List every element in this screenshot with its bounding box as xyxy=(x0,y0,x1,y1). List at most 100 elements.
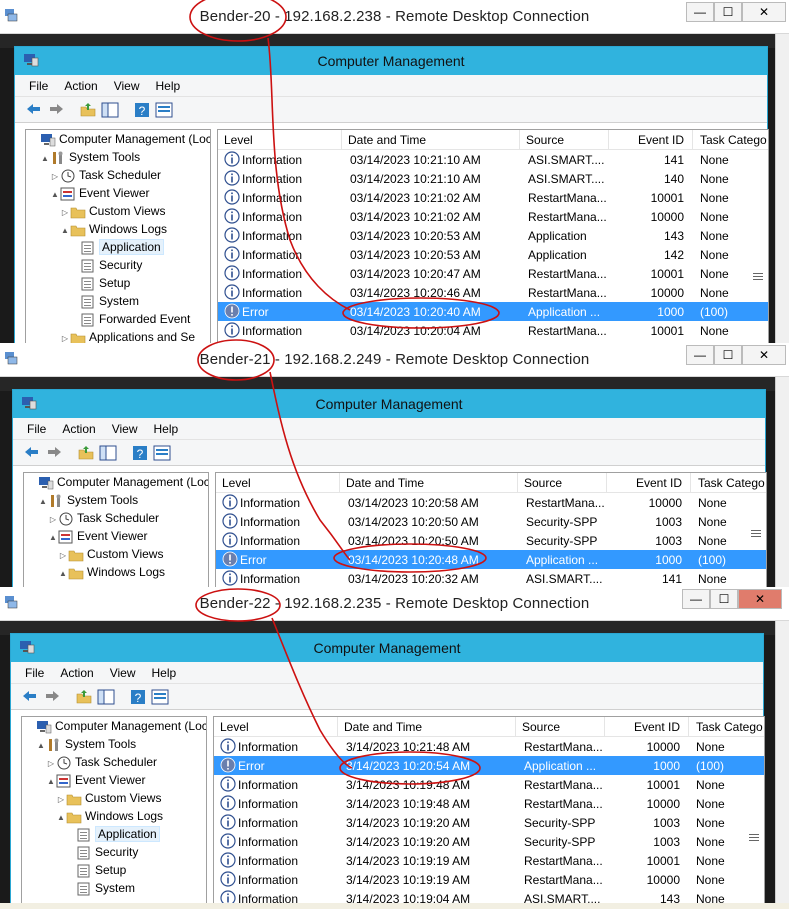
tree-item[interactable]: ▲ System Tools xyxy=(26,148,210,166)
tree-item[interactable]: Computer Management (Local xyxy=(26,130,210,148)
column-header[interactable]: Event ID xyxy=(634,720,680,734)
tree-item[interactable]: Security xyxy=(26,256,210,274)
show-hide-tree-icon[interactable] xyxy=(97,688,115,706)
menu-view[interactable]: View xyxy=(112,422,138,436)
event-row[interactable]: Information 03/14/2023 10:20:53 AM Applica… xyxy=(218,245,768,264)
tree-item[interactable]: Security xyxy=(22,843,206,861)
maximize-button[interactable]: ☐ xyxy=(714,2,742,22)
maximize-button[interactable]: ☐ xyxy=(714,345,742,365)
tree-item[interactable]: Setup xyxy=(26,274,210,292)
column-divider[interactable] xyxy=(688,717,689,737)
tree-item[interactable]: ▲ Event Viewer xyxy=(24,527,208,545)
event-row[interactable]: Information 3/14/2023 10:19:48 AM RestartM… xyxy=(214,794,764,813)
properties-icon[interactable] xyxy=(151,688,169,706)
help-icon[interactable]: ? xyxy=(133,101,151,119)
menu-view[interactable]: View xyxy=(110,666,136,680)
event-row[interactable]: Information 03/14/2023 10:20:47 AM Restart… xyxy=(218,264,768,283)
event-row[interactable]: Information 03/14/2023 10:21:10 AM ASI.SMA… xyxy=(218,150,768,169)
show-hide-tree-icon[interactable] xyxy=(101,101,119,119)
column-divider[interactable] xyxy=(606,473,607,493)
properties-icon[interactable] xyxy=(153,444,171,462)
event-row[interactable]: Information 03/14/2023 10:20:50 AM Securit… xyxy=(216,531,766,550)
tree-item[interactable]: ▷ Task Scheduler xyxy=(24,509,208,527)
tree-item[interactable]: ▲ Windows Logs xyxy=(22,807,206,825)
event-row[interactable]: Information 03/14/2023 10:21:02 AM Restart… xyxy=(218,188,768,207)
column-divider[interactable] xyxy=(339,473,340,493)
up-folder-icon[interactable] xyxy=(79,101,97,119)
tree-item[interactable]: Application xyxy=(26,238,210,256)
column-divider[interactable] xyxy=(337,717,338,737)
column-header[interactable]: Date and Time xyxy=(346,476,424,490)
event-row[interactable]: Information 03/14/2023 10:21:10 AM ASI.SMA… xyxy=(218,169,768,188)
tree-item[interactable]: ▷ Task Scheduler xyxy=(22,753,206,771)
tree-item[interactable]: Computer Management (Local xyxy=(24,473,208,491)
back-arrow-icon[interactable] xyxy=(23,444,41,462)
tree-item[interactable]: ▲ Windows Logs xyxy=(26,220,210,238)
event-row[interactable]: Information 3/14/2023 10:19:04 AM ASI.SMAR… xyxy=(214,889,764,903)
event-row[interactable]: Information 03/14/2023 10:20:32 AM ASI.SMA… xyxy=(216,569,766,588)
close-button[interactable]: ✕ xyxy=(738,589,782,609)
event-row-error[interactable]: Error 3/14/2023 10:20:54 AM Application ..… xyxy=(214,756,764,775)
column-divider[interactable] xyxy=(604,717,605,737)
tree-item[interactable]: Setup xyxy=(22,861,206,879)
forward-arrow-icon[interactable] xyxy=(47,101,65,119)
minimize-button[interactable]: — xyxy=(682,589,710,609)
tree-item[interactable]: ▲ Windows Logs xyxy=(24,563,208,581)
tree-item[interactable]: ▲ Event Viewer xyxy=(22,771,206,789)
maximize-button[interactable]: ☐ xyxy=(710,589,738,609)
column-divider[interactable] xyxy=(515,717,516,737)
forward-arrow-icon[interactable] xyxy=(45,444,63,462)
menu-help[interactable]: Help xyxy=(156,79,181,93)
column-header[interactable]: Date and Time xyxy=(348,133,426,147)
scrollbar[interactable] xyxy=(775,621,789,903)
menu-file[interactable]: File xyxy=(29,79,48,93)
column-header[interactable]: Event ID xyxy=(638,133,684,147)
minimize-button[interactable]: — xyxy=(686,2,714,22)
overflow-menu-icon[interactable] xyxy=(751,530,761,538)
menu-view[interactable]: View xyxy=(114,79,140,93)
event-row[interactable]: Information 3/14/2023 10:19:19 AM RestartM… xyxy=(214,851,764,870)
event-row[interactable]: Information 3/14/2023 10:19:20 AM Security… xyxy=(214,813,764,832)
menu-action[interactable]: Action xyxy=(64,79,97,93)
event-row[interactable]: Information 3/14/2023 10:21:48 AM RestartM… xyxy=(214,737,764,756)
event-row[interactable]: Information 3/14/2023 10:19:20 AM Security… xyxy=(214,832,764,851)
event-row[interactable]: Information 3/14/2023 10:19:19 AM RestartM… xyxy=(214,870,764,889)
overflow-menu-icon[interactable] xyxy=(753,273,763,281)
forward-arrow-icon[interactable] xyxy=(43,688,61,706)
event-row-error[interactable]: Error 03/14/2023 10:20:40 AM Application .… xyxy=(218,302,768,321)
menu-action[interactable]: Action xyxy=(60,666,93,680)
back-arrow-icon[interactable] xyxy=(21,688,39,706)
up-folder-icon[interactable] xyxy=(77,444,95,462)
column-header[interactable]: Date and Time xyxy=(344,720,422,734)
column-header[interactable]: Source xyxy=(522,720,560,734)
tree-item[interactable]: System xyxy=(26,292,210,310)
column-divider[interactable] xyxy=(517,473,518,493)
close-button[interactable]: ✕ xyxy=(742,345,786,365)
column-header[interactable]: Task Catego xyxy=(700,133,767,147)
column-header[interactable]: Level xyxy=(224,133,253,147)
tree-item[interactable]: ▷ Custom Views xyxy=(26,202,210,220)
event-row[interactable]: Information 03/14/2023 10:20:58 AM Restart… xyxy=(216,493,766,512)
menu-help[interactable]: Help xyxy=(154,422,179,436)
menu-file[interactable]: File xyxy=(25,666,44,680)
show-hide-tree-icon[interactable] xyxy=(99,444,117,462)
column-divider[interactable] xyxy=(608,130,609,150)
column-header[interactable]: Source xyxy=(526,133,564,147)
up-folder-icon[interactable] xyxy=(75,688,93,706)
expanded-arrow-icon[interactable]: ▲ xyxy=(58,565,68,583)
tree-item[interactable]: ▷ Custom Views xyxy=(22,789,206,807)
tree-item[interactable]: ▲ System Tools xyxy=(22,735,206,753)
tree-item[interactable]: System xyxy=(22,879,206,897)
tree-item[interactable]: Computer Management (Local xyxy=(22,717,206,735)
menu-help[interactable]: Help xyxy=(152,666,177,680)
menu-action[interactable]: Action xyxy=(62,422,95,436)
event-row[interactable]: Information 03/14/2023 10:20:04 AM Restart… xyxy=(218,321,768,340)
tree-item[interactable]: Application xyxy=(22,825,206,843)
event-row[interactable]: Information 03/14/2023 10:20:53 AM Applica… xyxy=(218,226,768,245)
column-header[interactable]: Source xyxy=(524,476,562,490)
column-header[interactable]: Event ID xyxy=(636,476,682,490)
event-row[interactable]: Information 03/14/2023 10:21:02 AM Restart… xyxy=(218,207,768,226)
column-header[interactable]: Level xyxy=(220,720,249,734)
column-divider[interactable] xyxy=(341,130,342,150)
menu-file[interactable]: File xyxy=(27,422,46,436)
